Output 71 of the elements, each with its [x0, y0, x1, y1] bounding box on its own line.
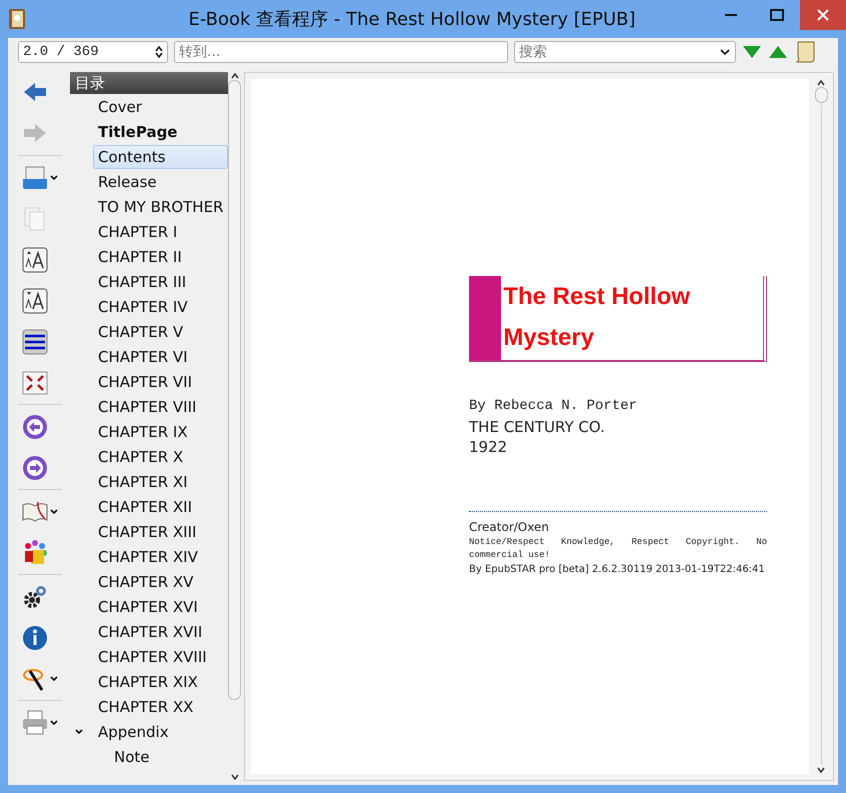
book-title: The Rest Hollow Mystery — [502, 282, 692, 353]
line-spacing-icon — [22, 328, 48, 354]
spin-arrows-icon[interactable] — [155, 46, 163, 58]
publisher-text: THE CENTURY CO. — [469, 417, 606, 437]
dropdown-caret-icon[interactable] — [720, 49, 730, 55]
paint-bucket-icon — [22, 540, 48, 566]
maximize-icon — [770, 9, 784, 21]
dropdown-caret-icon[interactable] — [50, 720, 58, 726]
toc-item[interactable]: TO MY BROTHER — [93, 194, 228, 218]
toc-item[interactable]: CHAPTER XVIII — [93, 644, 212, 668]
toc-item[interactable]: CHAPTER XX — [93, 694, 198, 718]
expand-caret-icon[interactable] — [75, 728, 83, 734]
toc-item[interactable]: CHAPTER XV — [93, 570, 198, 594]
scroll-down-icon[interactable] — [230, 773, 239, 781]
book-icon — [8, 8, 26, 30]
dropdown-caret-icon[interactable] — [50, 676, 58, 682]
window-title: E-Book 查看程序 - The Rest Hollow Mystery [EPUB] — [187, 8, 637, 32]
toc-item[interactable]: CHAPTER XIII — [93, 520, 202, 544]
toc-header: 目录 — [70, 72, 228, 94]
toc-item[interactable]: Note — [109, 744, 155, 768]
scrollbar-thumb[interactable] — [228, 80, 242, 700]
fullscreen-icon — [22, 370, 48, 396]
toc-item[interactable]: CHAPTER XVII — [93, 620, 208, 644]
toc-item[interactable]: CHAPTER VI — [93, 344, 193, 368]
toc-item[interactable]: CHAPTER I — [93, 220, 182, 244]
goto-field[interactable]: 转到... — [174, 41, 508, 63]
toc-item[interactable]: Appendix — [93, 720, 174, 744]
toc-item[interactable]: TitlePage — [93, 120, 182, 144]
search-down-icon[interactable] — [742, 45, 762, 59]
font-size-icon — [22, 288, 48, 314]
toc-item[interactable]: Release — [93, 170, 162, 194]
toc-item[interactable]: CHAPTER X — [93, 444, 188, 468]
toc-item[interactable]: Cover — [93, 94, 147, 118]
search-field[interactable]: 搜索 — [514, 41, 736, 63]
next-circle-icon — [22, 454, 48, 480]
scroll-down-icon[interactable] — [817, 766, 825, 774]
minimize-icon — [725, 14, 737, 16]
toc-item[interactable]: CHAPTER XII — [93, 494, 198, 518]
previous-circle-icon — [22, 414, 48, 440]
toc-item[interactable]: CHAPTER XIX — [93, 670, 203, 694]
creator-text: Creator/Oxen — [469, 519, 550, 536]
toc-item[interactable]: CHAPTER V — [93, 320, 188, 344]
toc-item[interactable]: Contents — [93, 144, 228, 168]
printer-icon — [22, 710, 48, 736]
info-icon — [22, 624, 48, 650]
close-icon — [817, 9, 829, 21]
gears-icon — [22, 584, 48, 610]
toc-item[interactable]: CHAPTER II — [93, 244, 187, 268]
scroll-up-icon[interactable] — [230, 72, 239, 80]
author-text: By Rebecca N. Porter — [469, 397, 638, 416]
scroll-up-icon[interactable] — [817, 79, 825, 87]
toc-item[interactable]: CHAPTER IX — [93, 420, 193, 444]
scroll-icon[interactable] — [794, 40, 816, 64]
close-button[interactable] — [800, 0, 846, 30]
dropdown-caret-icon[interactable] — [50, 174, 58, 180]
page-spinner[interactable]: 2.0 / 369 — [18, 41, 168, 63]
notice-text: Notice/Respect Knowledge, Respect Copyright. No commercial use! — [469, 536, 767, 562]
font-size-icon — [22, 246, 48, 272]
toc-item[interactable]: CHAPTER XI — [93, 470, 193, 494]
dropdown-caret-icon[interactable] — [50, 508, 58, 514]
toc-item[interactable]: CHAPTER VIII — [93, 394, 202, 418]
scrollbar-thumb[interactable] — [814, 87, 828, 103]
toc-item[interactable]: CHAPTER IV — [93, 294, 193, 318]
toc-item[interactable]: CHAPTER XIV — [93, 544, 203, 568]
search-up-icon[interactable] — [768, 45, 788, 59]
year-text: 1922 — [469, 437, 508, 457]
tray-icon — [22, 164, 48, 190]
toc-item[interactable]: CHAPTER III — [93, 270, 192, 294]
generator-text: By EpubSTAR pro [beta] 2.6.2.30119 2013-01-19T22:46:41 — [469, 563, 766, 577]
toc-item[interactable]: CHAPTER VII — [93, 370, 197, 394]
toc-item[interactable]: CHAPTER XVI — [93, 594, 203, 618]
